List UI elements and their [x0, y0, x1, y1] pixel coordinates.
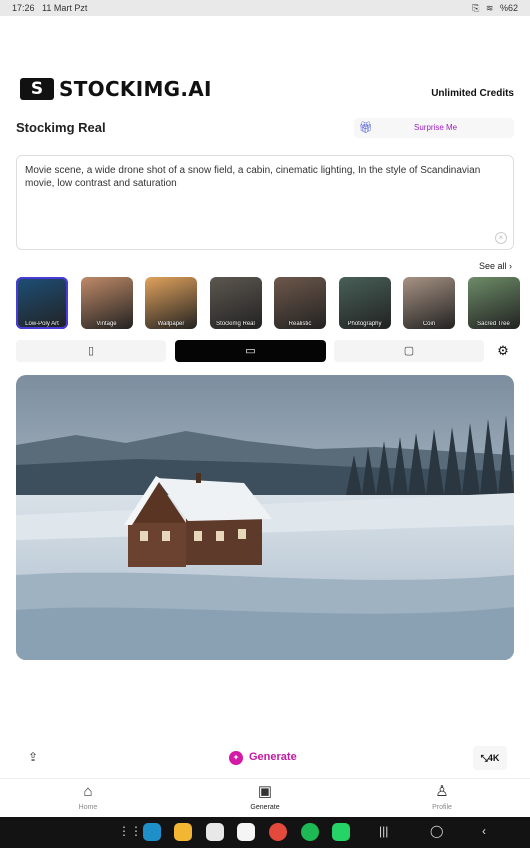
logo-text: STOCKIMG.AI: [59, 77, 212, 101]
cast-icon: ⎘: [472, 3, 480, 13]
spotify-app-icon[interactable]: [301, 823, 319, 841]
recents-icon[interactable]: |||: [379, 824, 388, 838]
status-date: 11 Mart Pzt: [42, 3, 88, 13]
style-tile[interactable]: Coin: [403, 277, 455, 329]
prompt-input[interactable]: Movie scene, a wide drone shot of a snow…: [16, 155, 514, 250]
style-tile-label: Coin: [422, 321, 436, 327]
model-title: Stockimg Real: [16, 120, 106, 135]
snow-cabin-picture: [16, 375, 514, 660]
generated-image[interactable]: [16, 375, 514, 660]
style-tile[interactable]: Photography: [338, 277, 391, 329]
style-tile[interactable]: Realistic: [274, 277, 326, 329]
style-tile-label: Realistic: [288, 321, 312, 327]
style-tile-label: Photography: [347, 321, 382, 327]
whatsapp-app-icon[interactable]: [332, 823, 350, 841]
system-nav-bar: ⋮⋮ ||| ◯ ‹: [0, 817, 530, 848]
logo-mark: S: [20, 78, 54, 100]
upscale-4k-button[interactable]: ⤡4K: [473, 746, 507, 770]
profile-icon: ♙: [435, 783, 449, 800]
prompt-text: Movie scene, a wide drone shot of a snow…: [25, 165, 481, 189]
gallery-app-icon[interactable]: [206, 823, 224, 841]
portrait-icon: ▯: [87, 345, 95, 357]
home-icon: ⌂: [83, 783, 93, 800]
style-tile[interactable]: Low-Poly Art: [16, 277, 68, 329]
tab-generate-label: Generate: [250, 804, 280, 811]
style-tile-label: Sacred Tree: [477, 321, 510, 327]
clear-icon[interactable]: ×: [495, 232, 507, 244]
chrome-app-icon[interactable]: [269, 823, 287, 841]
app-drawer-icon[interactable]: ⋮⋮: [118, 824, 142, 838]
aspect-landscape-button[interactable]: ▭: [175, 340, 326, 362]
landscape-icon: ▭: [245, 345, 256, 357]
style-tile[interactable]: Vintage: [80, 277, 133, 329]
style-tile-label: Stockimg Real: [216, 321, 255, 327]
wifi-icon: ≋: [485, 3, 494, 13]
editor-app-icon[interactable]: [237, 823, 255, 841]
aspect-square-button[interactable]: ▢: [334, 340, 484, 362]
chevron-right-icon: ›: [509, 261, 512, 271]
tab-home[interactable]: ⌂ Home: [48, 783, 128, 811]
upscale-icon: ⤡: [480, 753, 488, 763]
share-icon[interactable]: ⇪: [28, 750, 38, 764]
back-icon[interactable]: ‹: [482, 824, 486, 838]
style-tile-label: Low-Poly Art: [25, 321, 59, 327]
see-all-link[interactable]: See all ›: [479, 261, 512, 271]
credits-label: Unlimited Credits: [431, 88, 514, 99]
gear-icon[interactable]: ⚙: [495, 343, 511, 359]
tab-home-label: Home: [78, 804, 98, 811]
aspect-portrait-button[interactable]: ▯: [16, 340, 166, 362]
app-logo: S STOCKIMG.AI: [20, 77, 212, 101]
status-time: 17:26: [12, 3, 35, 13]
generate-label: Generate: [249, 751, 297, 763]
surprise-me-button[interactable]: 🎁︎ Surprise Me: [354, 118, 514, 138]
status-bar: 17:26 11 Mart Pzt ⎘ ≋ %62: [0, 0, 530, 16]
style-tile-label: Vintage: [96, 321, 117, 327]
battery-level: %62: [499, 3, 518, 13]
tab-profile-label: Profile: [432, 804, 452, 811]
notes-app-icon[interactable]: [174, 823, 192, 841]
style-carousel: Low-Poly Art Vintage Wallpaper Stockimg Rea…: [16, 277, 520, 329]
style-tile-label: Wallpaper: [157, 321, 185, 327]
square-icon: ▢: [403, 345, 415, 357]
style-tile[interactable]: Sacred Tree: [467, 277, 520, 329]
surprise-me-label: Surprise Me: [414, 123, 458, 132]
tab-bar: ⌂ Home ▣ Generate ♙ Profile: [0, 778, 530, 816]
tab-profile[interactable]: ♙ Profile: [402, 783, 482, 811]
home-button-icon[interactable]: ◯: [430, 824, 443, 838]
generate-tab-icon: ▣: [257, 783, 273, 800]
style-tile[interactable]: Wallpaper: [145, 277, 197, 329]
style-tile[interactable]: Stockimg Real: [209, 277, 262, 329]
action-bar: ⇪ ✦ Generate ⤡4K: [0, 745, 530, 771]
gift-icon: 🎁︎: [359, 122, 373, 134]
tab-generate[interactable]: ▣ Generate: [225, 783, 305, 811]
calendar-app-icon[interactable]: [143, 823, 161, 841]
generate-button[interactable]: ✦ Generate: [66, 745, 466, 771]
generate-icon: ✦: [229, 751, 243, 765]
